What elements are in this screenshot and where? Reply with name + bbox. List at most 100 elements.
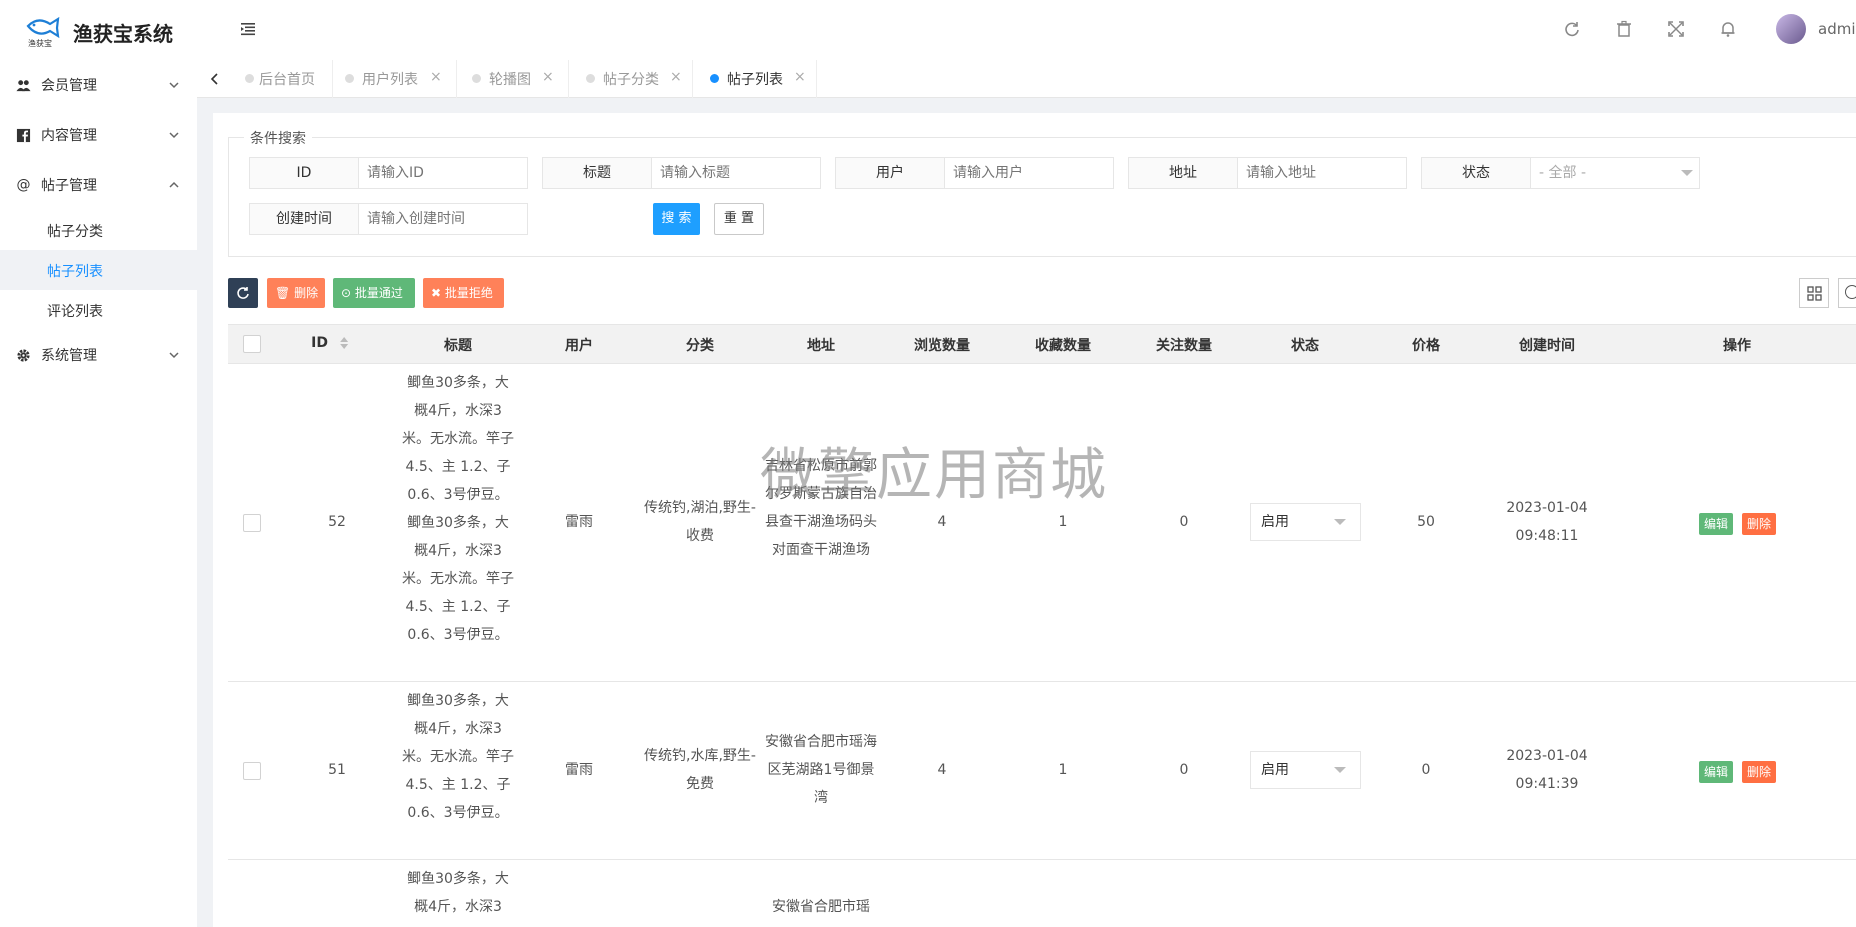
id-input[interactable]	[358, 157, 528, 189]
cell-title: 鲫鱼30多条，大概4斤，水深3	[407, 871, 509, 915]
created-time-input[interactable]	[358, 203, 528, 235]
sidebar-item-label: 会员管理	[41, 78, 97, 94]
column-header: 收藏数量	[1035, 338, 1091, 354]
row-checkbox[interactable]	[243, 762, 261, 780]
chevron-left-icon[interactable]	[207, 71, 223, 87]
columns-filter-button[interactable]	[1799, 278, 1829, 308]
search-fieldset	[228, 137, 1856, 257]
sort-icon[interactable]	[339, 336, 349, 350]
cell-address: 吉林省松原市前郭尔罗斯蒙古族自治县查干湖渔场码头对面查干湖渔场	[765, 458, 877, 558]
tab-dot	[472, 74, 481, 83]
cell-views: 4	[937, 514, 947, 530]
cell-user: 雷雨	[565, 762, 593, 778]
sidebar-item-posts[interactable]: @ 帖子管理	[0, 160, 197, 210]
delete-button-label: 删除	[294, 286, 319, 300]
username[interactable]: admin	[1818, 20, 1856, 38]
select-all-checkbox[interactable]	[243, 335, 261, 353]
delete-button[interactable]: 🗑 删除	[267, 278, 325, 308]
check-circle-icon: ⊙	[341, 286, 352, 300]
tab-label: 轮播图	[489, 72, 531, 88]
app-title: 渔获宝系统	[73, 22, 173, 46]
cell-favorites: 1	[1058, 762, 1068, 778]
batch-reject-button[interactable]: ✖ 批量拒绝	[423, 278, 504, 308]
sidebar-subitem-post-list[interactable]: 帖子列表	[0, 250, 197, 290]
status-select[interactable]: - 全部 -	[1530, 157, 1700, 189]
cell-title: 鲫鱼30多条，大概4斤，水深3米。无水流。竿子4.5、主 1.2、子0.6、3号…	[402, 693, 514, 821]
column-header: 分类	[686, 338, 714, 354]
field-label: 标题	[542, 157, 652, 189]
close-icon[interactable]: ×	[430, 69, 442, 85]
cell-views: 4	[937, 762, 947, 778]
tab-post-categories[interactable]: 帖子分类 ×	[569, 60, 693, 98]
user-input[interactable]	[944, 157, 1114, 189]
at-icon: @	[16, 176, 31, 193]
table-row: 52 鲫鱼30多条，大概4斤，水深3米。无水流。竿子4.5、主 1.2、子0.6…	[228, 364, 1856, 682]
cell-created: 2023-01-04 09:48:11	[1506, 500, 1588, 544]
caret-down-icon	[1334, 767, 1346, 773]
title-input[interactable]	[651, 157, 821, 189]
delete-row-button[interactable]: 删除	[1742, 761, 1776, 783]
trash-icon: 🗑	[275, 286, 291, 300]
top-header: 渔获宝 渔获宝系统 admin	[0, 0, 1856, 60]
edit-button[interactable]: 编辑	[1699, 513, 1733, 535]
close-icon: ✖	[431, 286, 442, 300]
sidebar-item-content[interactable]: 内容管理	[0, 110, 197, 160]
sidebar-subitem-comment-list[interactable]: 评论列表	[0, 290, 197, 330]
status-select[interactable]: 启用	[1250, 503, 1361, 541]
facebook-square-icon	[16, 128, 31, 142]
menu-collapse-icon[interactable]	[240, 21, 256, 37]
sidebar-subitem-post-categories[interactable]: 帖子分类	[0, 210, 197, 250]
search-legend: 条件搜索	[244, 128, 312, 148]
chevron-down-icon	[169, 82, 179, 89]
delete-row-button[interactable]: 删除	[1742, 513, 1776, 535]
field-label: 地址	[1128, 157, 1238, 189]
column-header[interactable]: ID	[311, 335, 349, 351]
tab-post-list[interactable]: 帖子列表 ×	[693, 60, 817, 98]
chevron-down-icon	[169, 352, 179, 359]
avatar[interactable]	[1776, 14, 1806, 44]
search-button[interactable]: 搜 索	[653, 203, 700, 235]
tab-dot	[710, 74, 719, 83]
table-header: ID 标题 用户 分类 地址 浏览数量 收藏数量 关注数量 状态 价格 创建时间…	[228, 324, 1856, 364]
field-label: 状态	[1421, 157, 1531, 189]
edit-button[interactable]: 编辑	[1699, 761, 1733, 783]
row-checkbox[interactable]	[243, 514, 261, 532]
cell-address: 安徽省合肥市瑶海区芜湖路1号御景湾	[765, 734, 877, 806]
cell-category: 传统钓,湖泊,野生-收费	[644, 500, 756, 544]
tab-label: 用户列表	[362, 72, 418, 88]
reset-button[interactable]: 重 置	[714, 203, 764, 235]
bell-icon[interactable]	[1719, 20, 1737, 38]
sidebar-item-system[interactable]: 系统管理	[0, 330, 197, 380]
trash-icon[interactable]	[1615, 20, 1633, 38]
sidebar-item-label: 系统管理	[41, 348, 97, 364]
refresh-button[interactable]	[228, 278, 258, 308]
address-input[interactable]	[1237, 157, 1407, 189]
sidebar-item-label: 内容管理	[41, 128, 97, 144]
caret-down-icon	[1681, 170, 1693, 176]
tab-dot	[345, 74, 354, 83]
sidebar-item-label: 帖子管理	[41, 178, 97, 194]
tab-user-list[interactable]: 用户列表 ×	[333, 60, 457, 98]
close-icon[interactable]: ×	[794, 69, 806, 85]
users-icon	[16, 79, 31, 91]
tab-dashboard[interactable]: 后台首页	[235, 60, 333, 98]
batch-approve-button[interactable]: ⊙ 批量通过	[333, 278, 415, 308]
refresh-icon[interactable]	[1563, 20, 1581, 38]
search-toggle-button[interactable]	[1838, 278, 1856, 308]
field-label: 创建时间	[249, 203, 359, 235]
column-header: 操作	[1723, 338, 1751, 354]
field-label: 用户	[835, 157, 945, 189]
status-select-value: 启用	[1261, 514, 1289, 530]
status-select[interactable]: 启用	[1250, 751, 1361, 789]
column-header: 标题	[444, 338, 472, 354]
sidebar-item-members[interactable]: 会员管理	[0, 60, 197, 110]
field-label: ID	[249, 157, 359, 189]
cell-address: 安徽省合肥市瑶	[772, 899, 870, 915]
close-icon[interactable]: ×	[670, 69, 682, 85]
sidebar-subitem-label: 帖子分类	[47, 224, 103, 240]
fullscreen-icon[interactable]	[1667, 20, 1685, 38]
tab-carousel[interactable]: 轮播图 ×	[457, 60, 569, 98]
tab-bar: 后台首页 用户列表 × 轮播图 × 帖子分类 × 帖子列表 ×	[197, 60, 1856, 98]
close-icon[interactable]: ×	[542, 69, 554, 85]
cell-price: 50	[1417, 514, 1435, 530]
